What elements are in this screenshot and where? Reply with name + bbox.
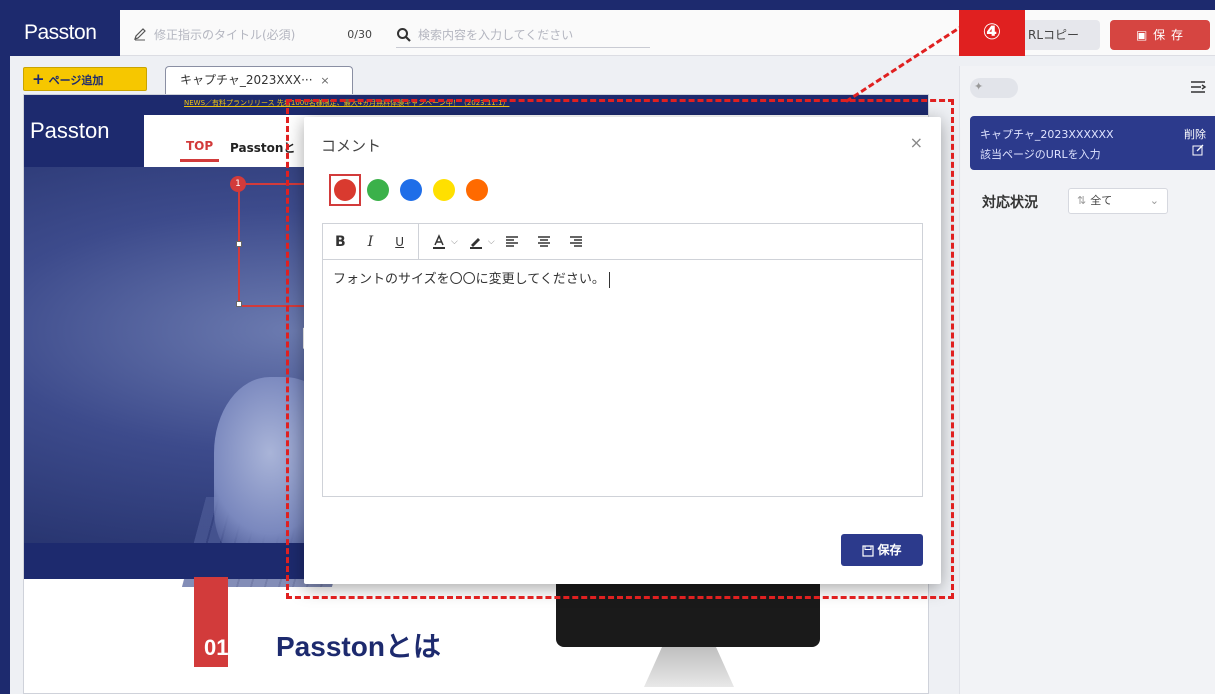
monitor-stand-image xyxy=(644,647,734,687)
add-page-label: ページ追加 xyxy=(48,74,104,87)
title-input[interactable]: 修正指示のタイトル(必須) 0/30 xyxy=(132,22,372,46)
preview-nav-top: TOP xyxy=(179,139,220,162)
annotation-badge: ④ xyxy=(959,10,1025,56)
plus-icon: + xyxy=(32,70,45,88)
page-card-delete-button[interactable]: 削除 xyxy=(1184,126,1206,142)
preview-logo: Passton xyxy=(24,95,144,167)
tab-close-icon[interactable]: × xyxy=(320,74,329,87)
save-icon: ▣ xyxy=(1136,28,1154,42)
tab-label: キャプチャ_2023XXX··· xyxy=(180,73,313,87)
pin-icon: ✦ xyxy=(974,80,984,93)
page-card[interactable]: キャプチャ_2023XXXXXX 該当ページのURLを入力 削除 xyxy=(970,116,1215,170)
search-placeholder: 検索内容を入力してください xyxy=(418,28,574,42)
section-number: 01 xyxy=(204,635,229,660)
chevron-down-icon: ⌄ xyxy=(1149,194,1159,207)
add-page-button[interactable]: + ページ追加 xyxy=(23,67,147,91)
resize-handle[interactable] xyxy=(236,301,242,307)
app-logo: Passton xyxy=(10,10,120,56)
status-select[interactable]: ⇅ 全て ⌄ xyxy=(1068,188,1168,214)
menu-icon[interactable] xyxy=(1189,78,1207,96)
save-button[interactable]: ▣ 保 存 xyxy=(1110,20,1210,50)
section-title: Passtonとは xyxy=(276,631,441,662)
resize-handle[interactable] xyxy=(236,241,242,247)
page-card-url[interactable]: 該当ページのURLを入力 xyxy=(980,146,1101,162)
sort-icon: ⇅ xyxy=(1077,194,1087,207)
search-icon xyxy=(397,27,411,42)
annotation-marker[interactable]: 1 xyxy=(230,176,246,192)
search-input[interactable]: 検索内容を入力してください xyxy=(396,22,650,48)
status-value: 全て xyxy=(1090,194,1113,207)
edit-icon[interactable] xyxy=(1192,144,1204,156)
tab-capture[interactable]: キャプチャ_2023XXX··· × xyxy=(165,66,353,94)
save-button-label: 保 存 xyxy=(1153,28,1184,42)
annotation-dashed-frame xyxy=(286,99,954,599)
page-card-name: キャプチャ_2023XXXXXX xyxy=(980,128,1114,141)
pencil-icon xyxy=(134,28,146,41)
right-sidebar: ✦ キャプチャ_2023XXXXXX 該当ページのURLを入力 削除 対応状況 … xyxy=(959,66,1215,694)
pin-toggle[interactable]: ✦ xyxy=(970,78,1018,98)
top-bar: Passton 修正指示のタイトル(必須) 0/30 検索内容を入力してください… xyxy=(10,10,1215,56)
title-char-count: 0/30 xyxy=(347,27,372,41)
status-label: 対応状況 xyxy=(982,195,1038,211)
title-placeholder: 修正指示のタイトル(必須) xyxy=(154,27,296,42)
